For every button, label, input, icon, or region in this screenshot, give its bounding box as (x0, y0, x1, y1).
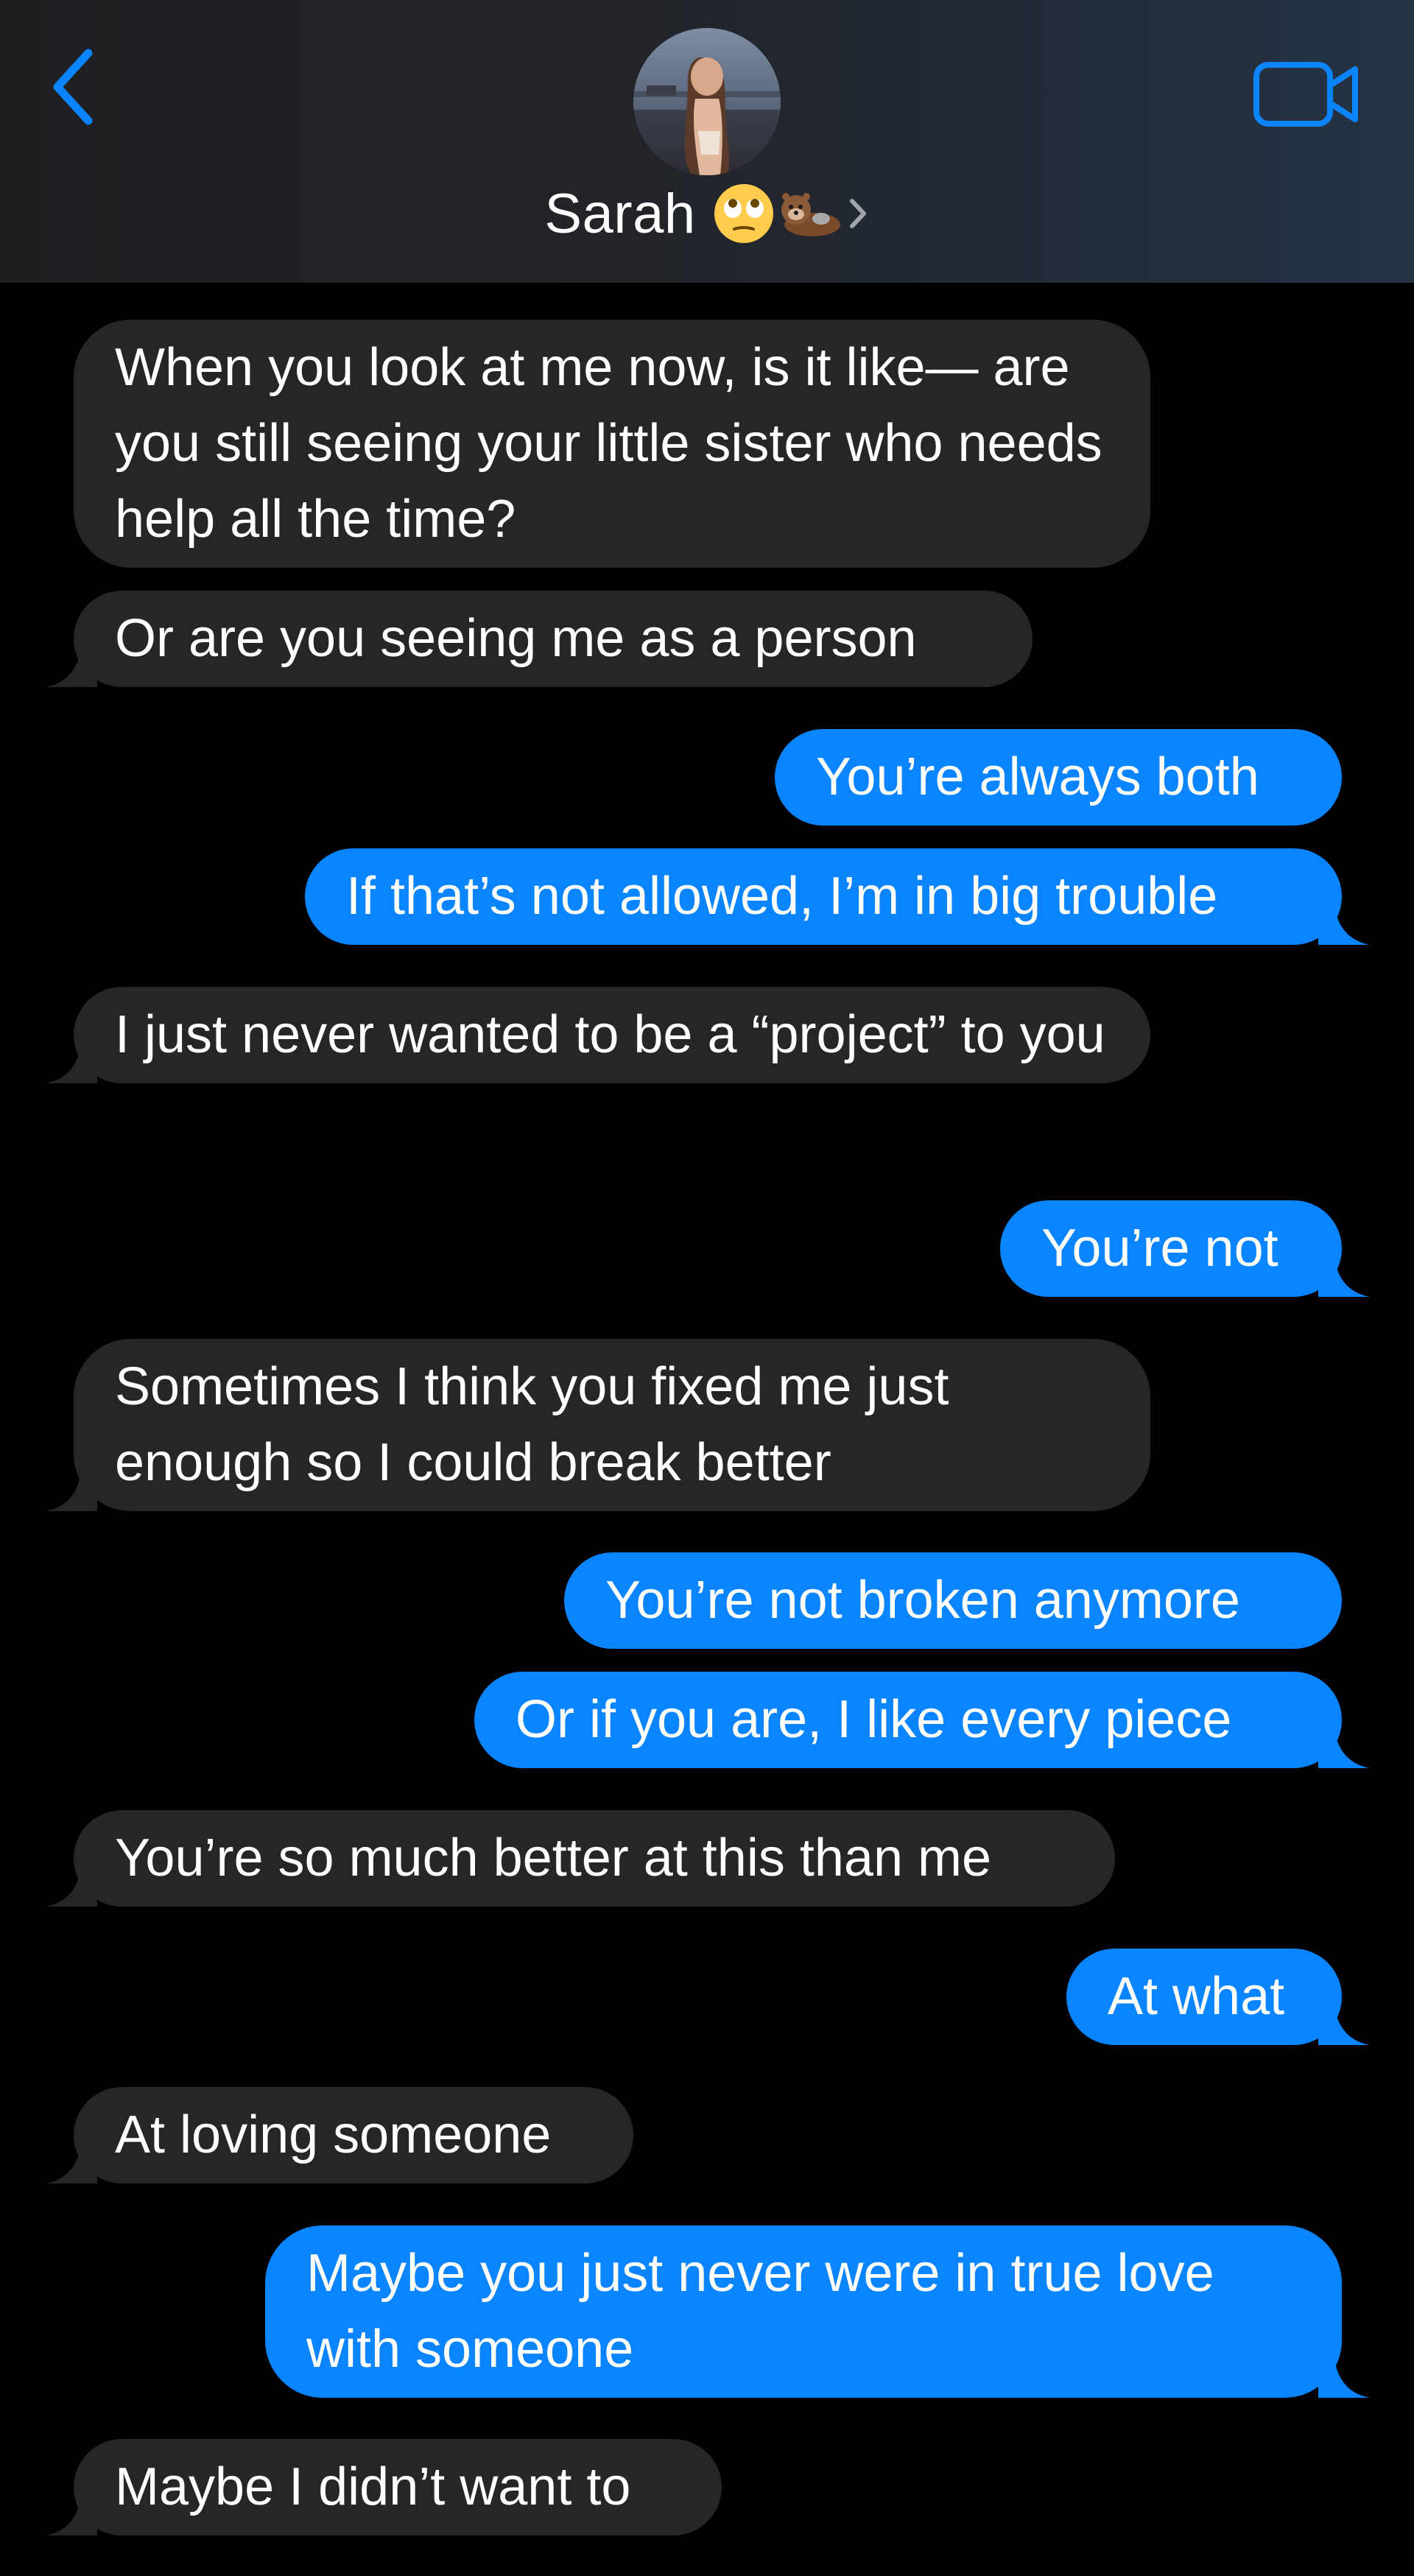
contact-emoji (712, 182, 843, 245)
video-camera-icon (1253, 62, 1358, 127)
outgoing-message[interactable]: You’re always both (775, 729, 1342, 826)
outgoing-message[interactable]: Or if you are, I like every piece (474, 1672, 1370, 1768)
incoming-message[interactable]: When you look at me now, is it like— are… (74, 320, 1150, 568)
outgoing-message[interactable]: You’re not broken anymore (564, 1552, 1342, 1649)
bubble-tail (46, 636, 97, 687)
otter-icon (781, 193, 840, 236)
contact-name: Sarah (544, 182, 696, 245)
bubble-tail (46, 1460, 97, 1511)
message-text: Or are you seeing me as a person (115, 609, 917, 668)
message-text: At loving someone (115, 2105, 552, 2164)
video-call-button[interactable] (1252, 57, 1361, 131)
bubble-tail (1318, 1993, 1370, 2045)
incoming-message[interactable]: Sometimes I think you fixed me just enou… (46, 1339, 1150, 1511)
incoming-message[interactable]: At loving someone (46, 2087, 633, 2183)
bubble-tail (46, 1855, 97, 1907)
outgoing-message[interactable]: Maybe you just never were in true love w… (265, 2225, 1370, 2398)
message-text: Maybe you just never were in true love w… (306, 2244, 1214, 2379)
bubble-tail (46, 2132, 97, 2183)
chevron-left-icon (53, 49, 93, 125)
message-text: You’re not broken anymore (605, 1571, 1240, 1630)
outgoing-message[interactable]: If that’s not allowed, I’m in big troubl… (305, 848, 1370, 945)
message-text: You’re always both (816, 747, 1259, 806)
message-text: Maybe I didn’t want to (115, 2457, 631, 2516)
bubble-tail (46, 2484, 97, 2535)
incoming-message[interactable]: You’re so much better at this than me (46, 1810, 1115, 1907)
message-text: If that’s not allowed, I’m in big troubl… (346, 867, 1218, 926)
message-text: You’re not (1041, 1219, 1278, 1278)
bubble-tail (46, 1032, 97, 1083)
contact-photo (633, 28, 781, 175)
message-text: At what (1108, 1967, 1285, 2026)
avatar[interactable] (633, 28, 781, 175)
outgoing-message[interactable]: At what (1066, 1949, 1370, 2045)
incoming-message[interactable]: Maybe I didn’t want to (46, 2439, 722, 2535)
incoming-message[interactable]: Or are you seeing me as a person (46, 591, 1033, 687)
message-text: I just never wanted to be a “project” to… (115, 1005, 1105, 1064)
message-text: Sometimes I think you fixed me just enou… (115, 1357, 949, 1492)
bubble-tail (1318, 893, 1370, 945)
contact-details-link[interactable]: Sarah (0, 177, 1414, 250)
message-text: When you look at me now, is it like— are… (115, 338, 1102, 549)
chevron-right-icon (849, 199, 866, 228)
conversation-header: Sarah (0, 0, 1414, 283)
back-button[interactable] (43, 43, 109, 131)
bubble-tail (1318, 1717, 1370, 1768)
bubble-tail (1318, 2346, 1370, 2398)
message-text: You’re so much better at this than me (115, 1829, 992, 1887)
message-thread: When you look at me now, is it like— are… (0, 283, 1414, 2576)
bubble-tail (1318, 1245, 1370, 1297)
face-with-rolling-eyes-icon (714, 184, 773, 243)
outgoing-message[interactable]: You’re not (1000, 1200, 1370, 1297)
incoming-message[interactable]: I just never wanted to be a “project” to… (46, 987, 1150, 1083)
message-text: Or if you are, I like every piece (516, 1690, 1232, 1749)
